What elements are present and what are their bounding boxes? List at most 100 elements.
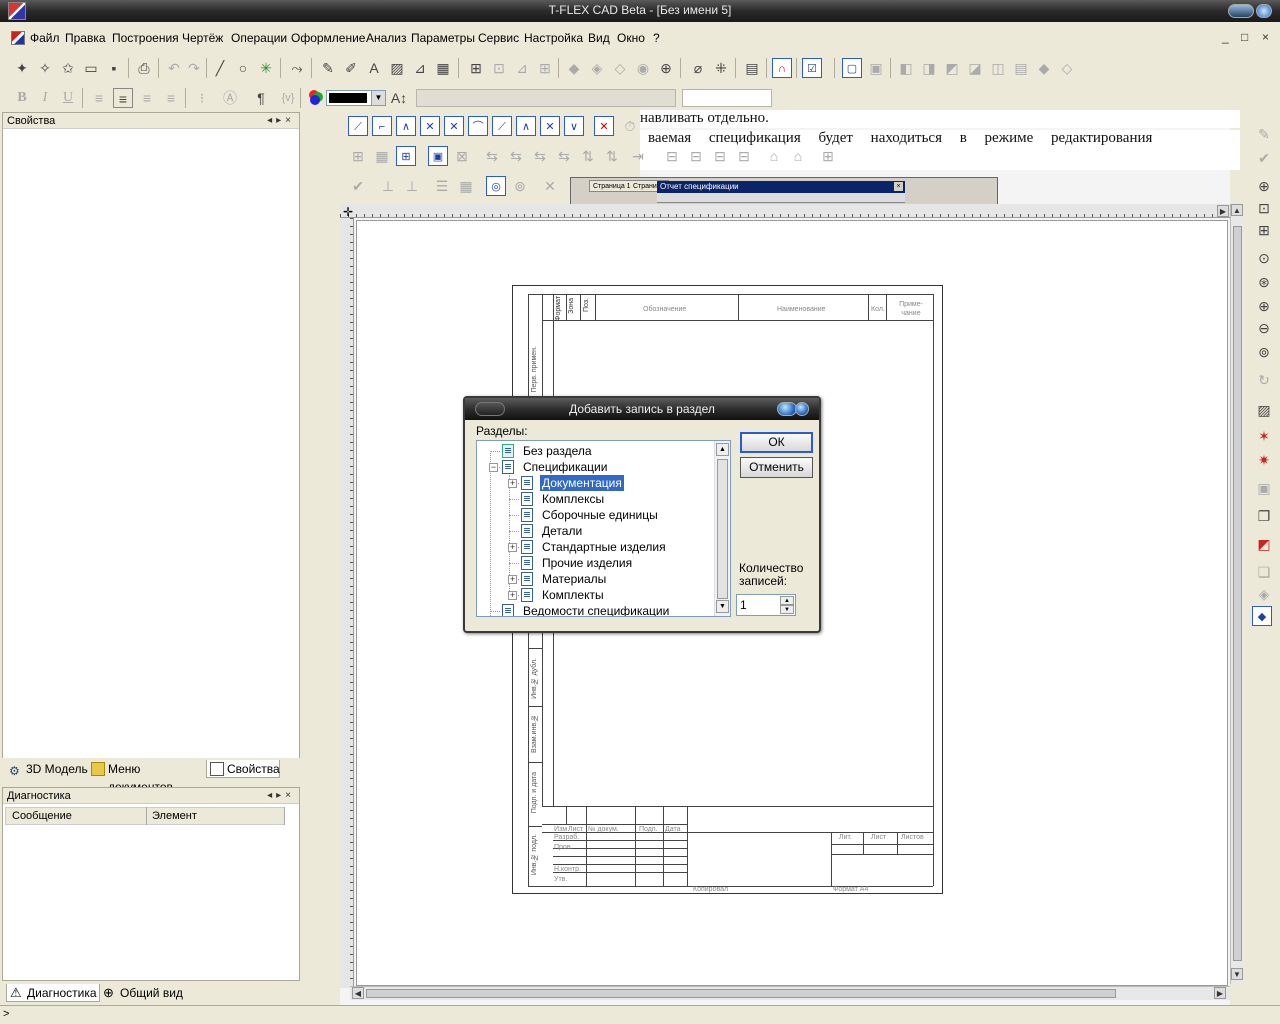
view-iso2-icon[interactable]: ◇ bbox=[1057, 58, 1077, 78]
zoom-minus-icon[interactable]: ⊖ bbox=[1254, 318, 1274, 338]
spec-split-icon[interactable]: ✕ bbox=[540, 116, 560, 136]
view-top-icon[interactable]: ◫ bbox=[988, 58, 1008, 78]
zoom-plus-icon[interactable]: ⊕ bbox=[1254, 296, 1274, 316]
mdi-restore-icon[interactable]: □ bbox=[1241, 30, 1248, 44]
collapse-icon[interactable]: − bbox=[489, 463, 498, 472]
measure-icon[interactable]: ⊿ bbox=[512, 58, 532, 78]
color-select[interactable]: ▼ bbox=[326, 90, 386, 106]
view-front-icon[interactable]: ◧ bbox=[896, 58, 916, 78]
spec-move6-icon[interactable]: ⇅ bbox=[602, 146, 622, 166]
view-bottom-icon[interactable]: ▤ bbox=[1011, 58, 1031, 78]
view-left-icon[interactable]: ◩ bbox=[942, 58, 962, 78]
panel-controls-icon[interactable]: ◂▸× bbox=[267, 113, 295, 129]
zoom-window-icon[interactable]: ⊡ bbox=[1254, 198, 1274, 218]
node-tool-icon[interactable]: ✳ bbox=[256, 58, 276, 78]
tool-icon[interactable]: ⊡ bbox=[489, 58, 509, 78]
ok-button[interactable]: ОК bbox=[740, 432, 813, 453]
expand-icon[interactable]: + bbox=[508, 543, 517, 552]
menu-service[interactable]: Сервис bbox=[478, 31, 519, 45]
align-right-icon[interactable]: ≡ bbox=[137, 88, 157, 108]
numbering-icon[interactable]: ⁝ bbox=[192, 88, 212, 108]
table-tool-icon[interactable]: ▦ bbox=[433, 58, 453, 78]
spec-v-icon[interactable]: ∨ bbox=[564, 116, 584, 136]
tab-document-menu[interactable]: Меню документов bbox=[88, 760, 206, 794]
link-icon[interactable]: ⊚ bbox=[510, 176, 530, 196]
menu-window[interactable]: Окно bbox=[617, 31, 645, 45]
dialog-close-icon[interactable] bbox=[795, 402, 809, 416]
vertical-scroll-thumb[interactable] bbox=[1233, 226, 1242, 961]
mdi-minimize-icon[interactable]: _ bbox=[1222, 30, 1229, 44]
calculator-icon[interactable]: ▤ bbox=[742, 58, 762, 78]
zoom-prev-icon[interactable]: ⊛ bbox=[1254, 272, 1274, 292]
spec-op2-icon[interactable]: ⊟ bbox=[686, 146, 706, 166]
sketch-icon[interactable]: ✎ bbox=[318, 58, 338, 78]
spec-move4-icon[interactable]: ⇆ bbox=[554, 146, 574, 166]
grid2-icon[interactable]: ▦ bbox=[456, 176, 476, 196]
tree-scroll-up-icon[interactable]: ▲ bbox=[716, 443, 729, 456]
surface-icon[interactable]: ◈ bbox=[1254, 584, 1274, 604]
snap-icon[interactable]: ✶ bbox=[1254, 426, 1274, 446]
document-icon[interactable] bbox=[11, 31, 25, 45]
variable-button[interactable]: {v} bbox=[278, 88, 298, 108]
lines-icon[interactable]: ☰ bbox=[432, 176, 452, 196]
shade-icon[interactable]: ◆ bbox=[1252, 606, 1272, 626]
spec-move1-icon[interactable]: ⇆ bbox=[482, 146, 502, 166]
spec-op6-icon[interactable]: ⌂ bbox=[788, 146, 808, 166]
assembly-icon[interactable]: ⊕ bbox=[656, 58, 676, 78]
justify-icon[interactable]: ≡ bbox=[161, 88, 181, 108]
spec-move3-icon[interactable]: ⇆ bbox=[530, 146, 550, 166]
spec-cross-icon[interactable]: ✕ bbox=[420, 116, 440, 136]
menu-settings[interactable]: Настройка bbox=[524, 31, 583, 45]
spec-op5-icon[interactable]: ⌂ bbox=[764, 146, 784, 166]
pen-icon[interactable]: ✐ bbox=[341, 58, 361, 78]
spec-insert-icon[interactable]: ⇥ bbox=[628, 146, 648, 166]
confirm-icon[interactable]: ✔ bbox=[348, 176, 368, 196]
spec-op7-icon[interactable]: ⊞ bbox=[818, 146, 838, 166]
size-field[interactable] bbox=[682, 89, 772, 107]
color-circles-icon[interactable] bbox=[306, 88, 326, 108]
snap2-icon[interactable]: ✷ bbox=[1254, 450, 1274, 470]
pages-icon[interactable]: ❐ bbox=[1254, 506, 1274, 526]
new-template-icon[interactable]: ✩ bbox=[58, 58, 78, 78]
spec-delete-icon[interactable]: ✕ bbox=[594, 116, 614, 136]
text-height-icon[interactable]: A↕ bbox=[389, 88, 409, 108]
spec-peak-icon[interactable]: ∧ bbox=[396, 116, 416, 136]
spec-move2-icon[interactable]: ⇆ bbox=[506, 146, 526, 166]
font-select[interactable] bbox=[416, 89, 676, 107]
spec-arc-icon[interactable]: ⌒ bbox=[468, 116, 488, 136]
line-tool-icon[interactable]: ╱ bbox=[210, 58, 230, 78]
tree-scroll-down-icon[interactable]: ▼ bbox=[716, 600, 729, 613]
dimension-icon[interactable]: ⊿ bbox=[410, 58, 430, 78]
check-icon[interactable]: ✔ bbox=[1254, 148, 1274, 168]
edit-pen-icon[interactable]: ✎ bbox=[1254, 124, 1274, 144]
ruler-right-arrow-icon[interactable]: ▶ bbox=[1217, 205, 1229, 217]
menu-drawing[interactable]: Чертёж bbox=[182, 31, 223, 45]
zoom-fit-icon[interactable]: ⊚ bbox=[1254, 342, 1274, 362]
align-center-icon[interactable]: ≡ bbox=[113, 88, 133, 108]
hatch-icon[interactable]: ▨ bbox=[387, 58, 407, 78]
copy-icon[interactable]: ❏ bbox=[1254, 562, 1274, 582]
spec-peak2-icon[interactable]: ∧ bbox=[516, 116, 536, 136]
mdi-close-icon[interactable]: × bbox=[1262, 30, 1269, 44]
fragment-insert-icon[interactable]: ◩ bbox=[1254, 534, 1274, 554]
fragment-icon[interactable]: ⊞ bbox=[535, 58, 555, 78]
scroll-right-icon[interactable]: ▶ bbox=[1214, 987, 1226, 999]
sections-tree[interactable]: Без раздела − Спецификации + Документаци… bbox=[476, 440, 731, 617]
spec-table-icon[interactable]: ▦ bbox=[372, 146, 392, 166]
font-icon[interactable]: Ⓐ bbox=[220, 88, 240, 108]
level-icon[interactable]: ⊥ bbox=[378, 176, 398, 196]
spec-op1-icon[interactable]: ⊟ bbox=[662, 146, 682, 166]
layers-icon[interactable]: ▣ bbox=[1254, 478, 1274, 498]
spec-angle-icon[interactable]: ⌐ bbox=[372, 116, 392, 136]
level2-icon[interactable]: ⊥ bbox=[402, 176, 422, 196]
expand-icon[interactable]: + bbox=[508, 591, 517, 600]
menu-view[interactable]: Вид bbox=[588, 31, 610, 45]
zoom-icon[interactable]: ⊙ bbox=[1254, 248, 1274, 268]
scroll-left-icon[interactable]: ◀ bbox=[352, 987, 364, 999]
horizontal-scroll-thumb[interactable] bbox=[366, 989, 1116, 998]
fillet-icon[interactable]: ◉ bbox=[633, 58, 653, 78]
open-folder-icon[interactable]: ▭ bbox=[81, 58, 101, 78]
dialog-menu-icon[interactable] bbox=[475, 402, 505, 416]
spec-row-icon[interactable]: ⊞ bbox=[348, 146, 368, 166]
menu-build[interactable]: Построения bbox=[112, 31, 179, 45]
